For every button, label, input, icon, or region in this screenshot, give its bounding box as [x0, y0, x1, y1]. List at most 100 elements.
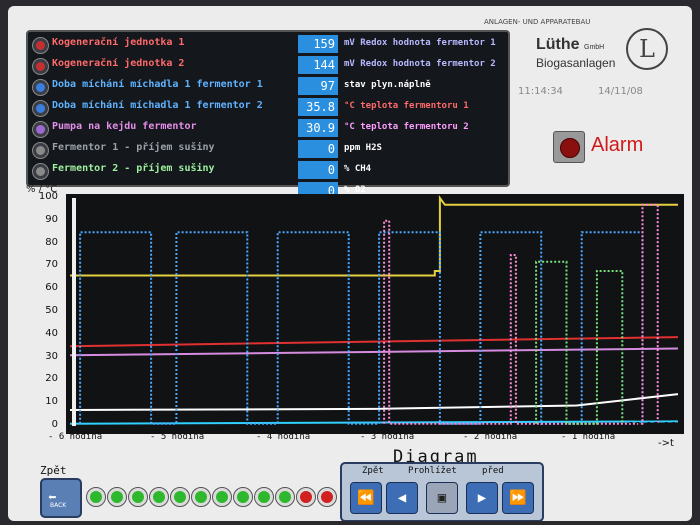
- clock-date: 14/11/08: [598, 86, 643, 97]
- led-dot: [300, 491, 312, 503]
- indicator-led-icon: [170, 487, 190, 507]
- right-arrow-icon: ▶: [477, 490, 487, 506]
- nav-browse-label: Prohlížet: [408, 466, 457, 476]
- y-tick-label: 0: [51, 419, 58, 430]
- indicator-led-icon: [212, 487, 232, 507]
- y-tick-label: 10: [45, 396, 58, 408]
- status-label: Pumpa na kejdu fermentor: [52, 121, 197, 132]
- led-dot: [132, 491, 144, 503]
- indicator-led-icon: [233, 487, 253, 507]
- led-dot: [153, 491, 165, 503]
- y-tick-label: 50: [45, 305, 58, 316]
- clock-time: 11:14:34: [518, 86, 563, 97]
- y-tick-label: 40: [45, 327, 58, 339]
- indicator-led-icon: [149, 487, 169, 507]
- alarm-lamp-icon: [560, 138, 580, 158]
- status-led-icon[interactable]: [32, 79, 49, 96]
- chart-current-time: 11:13:19: [628, 420, 678, 433]
- status-row: Kogenerační jednotka 2 144 mV Redox hodnot…: [28, 55, 508, 76]
- alarm-label: Alarm: [591, 134, 644, 156]
- y-tick-label: 90: [45, 213, 58, 225]
- status-label: Kogenerační jednotka 1: [52, 37, 185, 48]
- indicator-led-icon: [275, 487, 295, 507]
- indicator-led-icon: [107, 487, 127, 507]
- status-led-icon[interactable]: [32, 100, 49, 117]
- brand-subtitle: Biogasanlagen: [536, 56, 616, 70]
- led-dot: [90, 491, 102, 503]
- led-dot: [36, 125, 45, 134]
- nav-back-label: Zpět: [362, 466, 384, 476]
- status-led-icon[interactable]: [32, 37, 49, 54]
- status-row: Fermentor 2 - příjem sušiny 0 % CH4: [28, 160, 508, 181]
- x-tick-label: - 6 hodina: [48, 432, 103, 442]
- film-icon: ▣: [437, 490, 447, 506]
- double-left-icon: ⏪: [357, 490, 375, 506]
- y-tick-label: 70: [45, 259, 58, 271]
- nav-forward-label: před: [482, 466, 504, 476]
- diagram-navigation: Zpět Prohlížet před ⏪ ◀ ▣ ▶ ⏩: [340, 462, 544, 521]
- led-dot: [237, 491, 249, 503]
- status-panel: Kogenerační jednotka 1 159 mV Redox hodnot…: [26, 30, 510, 200]
- led-dot: [258, 491, 270, 503]
- back-button[interactable]: ⬅ BACK: [40, 478, 82, 518]
- y-tick-label: 100: [38, 191, 58, 202]
- brand-name: Lüthe GmbH: [536, 36, 605, 53]
- status-unit: ppm H2S: [344, 143, 382, 153]
- indicator-led-icon: [317, 487, 337, 507]
- forward-fast-button[interactable]: ⏩: [502, 482, 534, 514]
- indicator-led-icon: [254, 487, 274, 507]
- y-axis-bar: [72, 198, 76, 426]
- status-led-icon[interactable]: [32, 142, 49, 159]
- back-label: Zpět: [40, 464, 67, 477]
- status-row: Pumpa na kejdu fermentor 30.9 °C teplota f…: [28, 118, 508, 139]
- x-tick-label: - 4 hodina: [256, 432, 311, 442]
- led-dot: [321, 491, 333, 503]
- indicator-led-strip: [86, 484, 337, 510]
- status-label: Fermentor 1 - příjem sušiny: [52, 142, 215, 153]
- status-unit: mV Redox hodnota fermentor 2: [344, 59, 496, 69]
- rewind-fast-button[interactable]: ⏪: [350, 482, 382, 514]
- status-unit: °C teplota fermentoru 1: [344, 101, 469, 111]
- company-logo: L: [626, 28, 668, 70]
- step-forward-button[interactable]: ▶: [466, 482, 498, 514]
- status-led-icon[interactable]: [32, 121, 49, 138]
- x-tick-label: - 2 hodina: [463, 432, 518, 442]
- status-row: Fermentor 1 - příjem sušiny 0 ppm H2S: [28, 139, 508, 160]
- status-row: Doba míchání míchadla 1 fermentor 1 97 sta…: [28, 76, 508, 97]
- y-tick-label: 60: [45, 282, 58, 294]
- status-row: Kogenerační jednotka 1 159 mV Redox hodnot…: [28, 34, 508, 55]
- led-dot: [216, 491, 228, 503]
- status-value: 0: [298, 140, 338, 158]
- led-dot: [36, 41, 45, 50]
- led-dot: [174, 491, 186, 503]
- time-axis-arrow: ->t: [658, 438, 674, 449]
- status-value: 97: [298, 77, 338, 95]
- alarm-button[interactable]: [553, 131, 585, 163]
- browse-button[interactable]: ▣: [426, 482, 458, 514]
- led-dot: [36, 146, 45, 155]
- led-dot: [36, 167, 45, 176]
- led-dot: [36, 62, 45, 71]
- hmi-screen: Kogenerační jednotka 1 159 mV Redox hodnot…: [8, 6, 692, 521]
- led-dot: [279, 491, 291, 503]
- indicator-led-icon: [128, 487, 148, 507]
- status-value: 144: [298, 56, 338, 74]
- status-value: 30.9: [298, 119, 338, 137]
- y-tick-label: 20: [45, 373, 58, 385]
- led-dot: [36, 83, 45, 92]
- led-dot: [195, 491, 207, 503]
- status-value: 0: [298, 161, 338, 179]
- status-led-icon[interactable]: [32, 163, 49, 180]
- status-label: Kogenerační jednotka 2: [52, 58, 185, 69]
- step-back-button[interactable]: ◀: [386, 482, 418, 514]
- status-value: 159: [298, 35, 338, 53]
- status-led-icon[interactable]: [32, 58, 49, 75]
- trend-chart: [66, 194, 684, 434]
- brand-tagline: ANLAGEN- UND APPARATEBAU: [484, 18, 591, 26]
- led-dot: [111, 491, 123, 503]
- indicator-led-icon: [86, 487, 106, 507]
- x-tick-label: - 3 hodina: [360, 432, 415, 442]
- x-tick-label: - 5 hodina: [150, 432, 205, 442]
- status-unit: °C teplota fermentoru 2: [344, 122, 469, 132]
- chart-background: [66, 194, 684, 434]
